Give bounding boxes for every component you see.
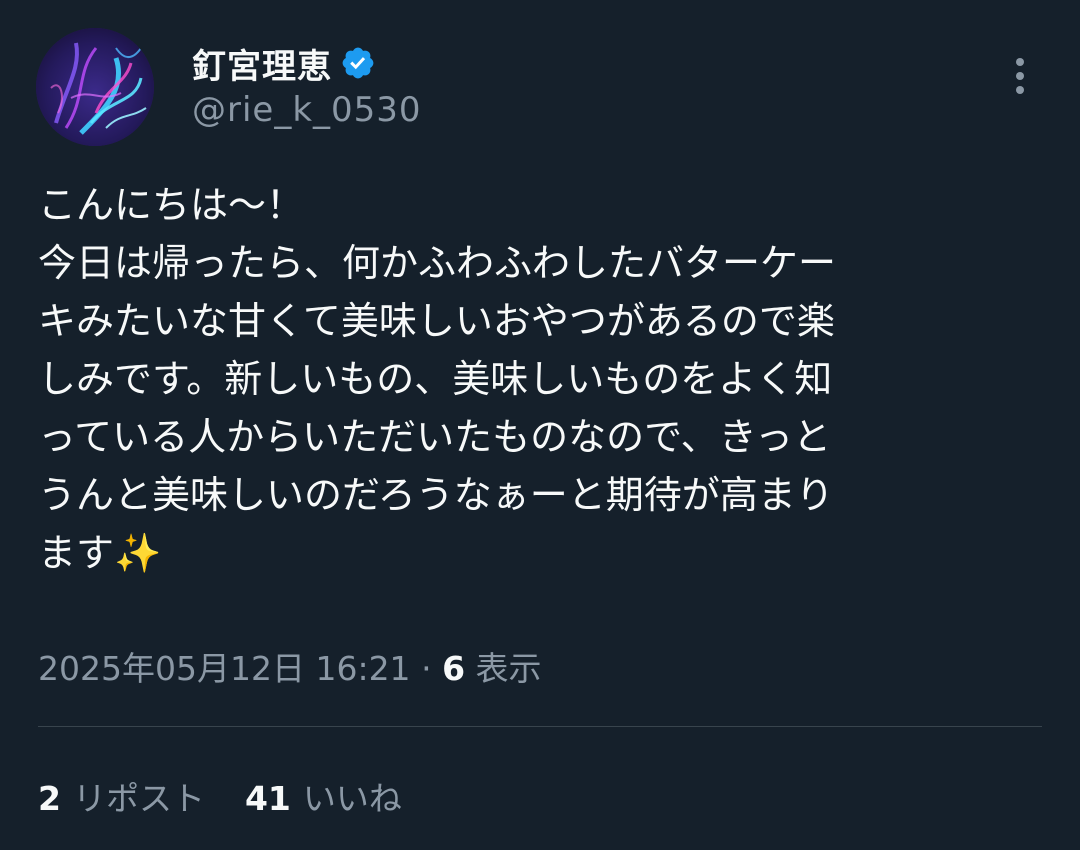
- tweet-line: 今日は帰ったら、何かふわふわしたバターケー: [38, 241, 837, 285]
- tweet-line: っている人からいただいたものなので、きっと: [38, 415, 832, 459]
- views-label: 表示: [475, 649, 542, 688]
- reposts-count: 2: [38, 779, 61, 818]
- reposts-stat[interactable]: 2 リポスト: [38, 772, 205, 820]
- views-count: 6: [442, 649, 466, 688]
- likes-count: 41: [244, 779, 291, 818]
- more-dot-icon: [1016, 72, 1024, 80]
- tweet-line: ます✨: [38, 531, 162, 575]
- tweet-line: うんと美味しいのだろうなぁーと期待が高まり: [38, 473, 834, 517]
- verified-badge-icon[interactable]: [340, 45, 376, 81]
- tweet-line: しみです。新しいもの、美味しいものをよく知: [38, 357, 833, 401]
- tweet-stats: 2 リポスト 41 いいね: [38, 772, 402, 820]
- likes-label: いいね: [302, 779, 402, 818]
- more-dot-icon: [1016, 86, 1024, 94]
- avatar-image: [36, 28, 154, 146]
- tweet-line: キみたいな甘くて美味しいおやつがあるので楽: [38, 299, 835, 343]
- tweet-line: こんにちは〜！: [38, 183, 305, 227]
- tweet-timestamp[interactable]: 2025年05月12日 16:21: [38, 649, 411, 688]
- meta-separator: ·: [421, 649, 432, 688]
- more-options-button[interactable]: [1000, 54, 1040, 98]
- more-dot-icon: [1016, 58, 1024, 66]
- tweet-meta: 2025年05月12日 16:21 · 6 表示: [38, 642, 542, 690]
- author-name-row: 釘宮理恵: [192, 38, 376, 88]
- reposts-label: リポスト: [72, 779, 205, 818]
- likes-stat[interactable]: 41 いいね: [245, 772, 402, 820]
- author-display-name[interactable]: 釘宮理恵: [192, 39, 332, 88]
- avatar[interactable]: [36, 28, 154, 146]
- tweet-text: こんにちは〜！ 今日は帰ったら、何かふわふわしたバターケー キみたいな甘くて美味…: [38, 176, 1042, 582]
- divider: [38, 726, 1042, 727]
- author-handle[interactable]: @rie_k_0530: [192, 90, 422, 130]
